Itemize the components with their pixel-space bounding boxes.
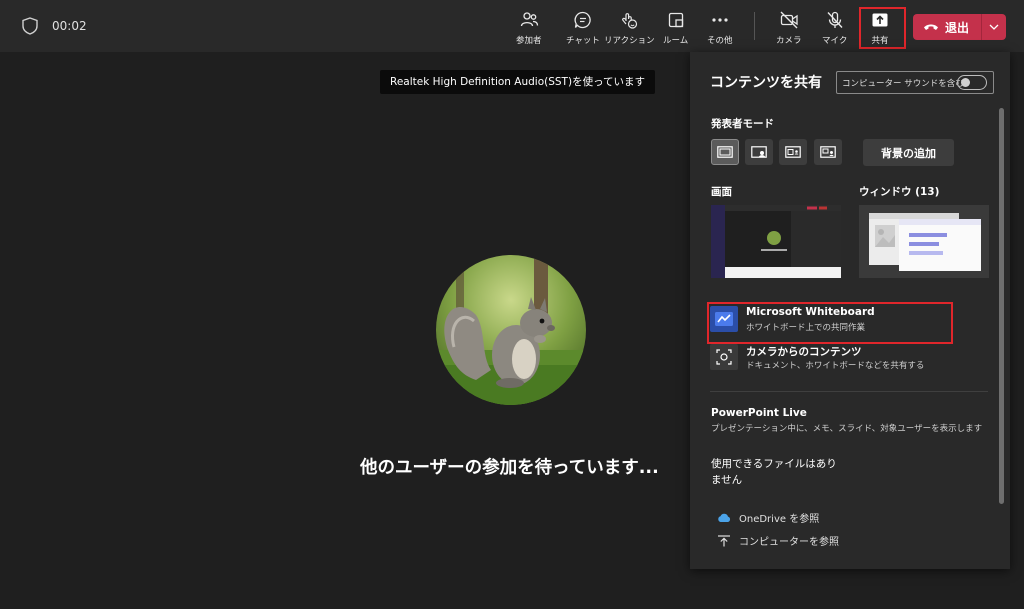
leave-button-group: 退出 xyxy=(913,14,1006,40)
screen-preview xyxy=(711,205,841,278)
presenter-mode-reporter-button[interactable] xyxy=(814,139,842,165)
leave-options-button[interactable] xyxy=(982,24,1006,30)
chat-label: チャット xyxy=(566,36,600,46)
content-only-icon xyxy=(717,146,733,158)
no-files-message: 使用できるファイルはありません xyxy=(711,458,837,486)
window-preview xyxy=(859,205,989,278)
camera-button[interactable]: カメラ xyxy=(776,8,802,48)
window-label: ウィンドウ (13) xyxy=(859,186,940,198)
mic-label: マイク xyxy=(822,36,848,46)
browse-computer-label: コンピューターを参照 xyxy=(739,537,839,548)
share-panel-title: コンテンツを共有 xyxy=(710,75,822,91)
standout-icon xyxy=(751,146,767,158)
browse-onedrive-label: OneDrive を参照 xyxy=(739,514,820,525)
panel-scrollbar[interactable] xyxy=(999,108,1004,504)
side-by-side-icon xyxy=(785,146,801,158)
powerpoint-live-subtitle: プレゼンテーション中に、メモ、スライド、対象ユーザーを表示します xyxy=(711,424,983,434)
rooms-label: ルーム xyxy=(663,36,689,46)
camera-content-title: カメラからのコンテンツ xyxy=(746,346,862,358)
reactions-label: リアクション xyxy=(604,36,655,46)
share-highlight-box xyxy=(859,7,906,49)
chevron-down-icon xyxy=(989,24,999,30)
call-timer: 00:02 xyxy=(52,19,87,33)
participants-button[interactable]: 参加者 xyxy=(516,8,542,48)
presenter-mode-content-only-button[interactable] xyxy=(711,139,739,165)
browse-computer-link[interactable]: コンピューターを参照 xyxy=(717,533,839,548)
shield-icon xyxy=(22,17,38,35)
window-thumbnail[interactable] xyxy=(859,205,989,278)
meeting-toolbar: 00:02 参加者 チャット リアクション ルーム その他 カメラ マイク 共有… xyxy=(0,0,1024,52)
computer-sound-option[interactable]: コンピューター サウンドを含む xyxy=(836,71,994,94)
presenter-mode-side-by-side-button[interactable] xyxy=(779,139,807,165)
whiteboard-highlight-box xyxy=(707,302,953,344)
add-background-button[interactable]: 背景の追加 xyxy=(863,139,954,166)
screen-label: 画面 xyxy=(711,186,732,198)
reactions-button[interactable]: リアクション xyxy=(604,8,655,48)
mic-button[interactable]: マイク xyxy=(822,8,847,48)
camera-off-icon xyxy=(780,11,798,29)
computer-sound-label: コンピューター サウンドを含む xyxy=(842,78,964,89)
section-divider xyxy=(710,391,988,392)
audio-device-tooltip: Realtek High Definition Audio(SST)を使っていま… xyxy=(380,70,656,94)
leave-label: 退出 xyxy=(945,20,970,35)
hang-up-icon xyxy=(924,24,938,30)
mic-off-icon xyxy=(827,11,843,28)
squirrel-photo xyxy=(436,255,586,405)
leave-button[interactable]: 退出 xyxy=(913,14,981,40)
more-label: その他 xyxy=(707,36,733,46)
chat-button[interactable]: チャット xyxy=(566,8,600,48)
camera-content-icon xyxy=(710,344,738,370)
people-icon xyxy=(520,12,538,27)
powerpoint-live-title: PowerPoint Live xyxy=(711,407,807,419)
presenter-mode-standout-button[interactable] xyxy=(745,139,773,165)
more-icon xyxy=(712,18,728,22)
more-button[interactable]: その他 xyxy=(707,8,733,48)
browse-onedrive-link[interactable]: OneDrive を参照 xyxy=(717,510,819,525)
user-avatar xyxy=(436,255,586,405)
rooms-button[interactable]: ルーム xyxy=(663,8,688,48)
reporter-icon xyxy=(820,146,836,158)
upload-arrow-icon xyxy=(718,534,730,546)
waiting-message: 他のユーザーの参加を待っています... xyxy=(360,458,659,478)
screen-thumbnail[interactable] xyxy=(711,205,841,278)
reaction-icon xyxy=(622,13,638,29)
onedrive-cloud-icon xyxy=(718,513,731,522)
camera-content-subtitle: ドキュメント、ホワイトボードなどを共有する xyxy=(746,361,925,371)
presenter-mode-label: 発表者モード xyxy=(711,118,774,130)
rooms-icon xyxy=(668,12,683,28)
toolbar-divider xyxy=(754,12,755,40)
chat-icon xyxy=(574,11,591,29)
camera-label: カメラ xyxy=(776,36,802,46)
participants-label: 参加者 xyxy=(516,36,542,46)
computer-sound-toggle[interactable] xyxy=(957,75,987,90)
